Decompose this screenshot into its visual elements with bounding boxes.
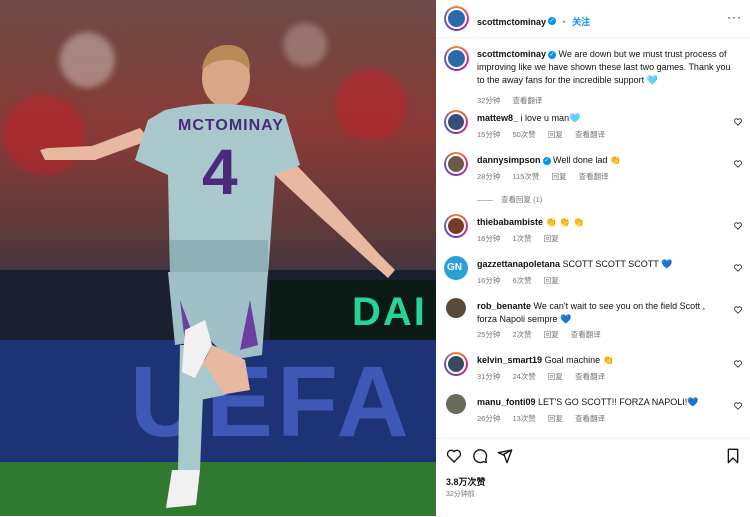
comment-likes[interactable]: 13次赞 [512,414,535,423]
commenter-avatar[interactable] [444,110,468,134]
comment-item: kelvin_smart19 Goal machine 👏 31分钟 24次赞 … [436,352,750,386]
commenter-avatar[interactable] [446,298,466,318]
post-photo[interactable]: DAI UEFA MCTOMINAY 4 [0,0,436,516]
caption-translate[interactable]: 查看翻译 [512,96,542,105]
verified-icon: ✓ [548,16,557,25]
reply-button[interactable]: 回复 [544,234,559,243]
comment-text: LET'S GO SCOTT!! FORZA NAPOLI!💙 [538,397,699,407]
like-comment-heart-icon[interactable] [734,360,742,368]
share-icon[interactable] [497,448,513,464]
like-comment-heart-icon[interactable] [734,222,742,230]
comment-username[interactable]: manu_fonti09 [477,397,536,407]
comment-username[interactable]: thiebabambiste [477,217,543,227]
reply-button[interactable]: 回复 [548,130,563,139]
likes-count[interactable]: 3.8万次赞 [446,475,486,488]
comment-item: rob_benante We can't wait to see you on … [436,298,750,344]
comment-item: mattew8_ i love u man🩵 15分钟 50次赞 回复 查看翻译 [436,110,750,144]
comment-likes[interactable]: 2次赞 [512,330,531,339]
translate-button[interactable]: 查看翻译 [571,330,601,339]
verified-icon: ✓ [542,156,551,165]
comment-likes[interactable]: 24次赞 [512,372,535,381]
comment-item: GN gazzettanapoletana SCOTT SCOTT SCOTT … [436,256,750,290]
translate-button[interactable]: 查看翻译 [575,414,605,423]
follow-button[interactable]: 关注 [572,17,590,27]
reply-button[interactable]: 回复 [548,372,563,381]
reply-button[interactable]: 回复 [544,276,559,285]
heart-icon[interactable] [446,448,462,464]
comment-text: Goal machine 👏 [544,355,614,365]
commenter-avatar[interactable] [446,394,466,414]
comments-scroll[interactable]: scottmctominay ✓ We are down but we must … [436,38,750,437]
view-replies-button[interactable]: 查看回复 (1) [477,194,552,205]
comment-likes[interactable]: 1次赞 [512,234,531,243]
like-comment-heart-icon[interactable] [734,118,742,126]
like-comment-heart-icon[interactable] [734,264,742,272]
comment-time: 26分钟 [477,414,501,423]
caption-avatar[interactable] [444,46,469,71]
comment-username[interactable]: gazzettanapoletana [477,259,560,269]
post-time: 32分钟前 [446,491,475,498]
comment-time: 16分钟 [477,276,501,285]
comment-likes[interactable]: 50次赞 [512,130,535,139]
post-side-panel: scottmctominay ✓ • 关注 ··· scottmctominay ✓… [436,0,750,516]
shirt-number: 4 [202,136,238,208]
author-avatar[interactable] [444,6,469,31]
comment-time: 15分钟 [477,130,501,139]
more-icon[interactable]: ··· [727,10,742,24]
translate-button[interactable]: 查看翻译 [579,172,609,181]
caption-time: 32分钟 [477,96,501,105]
commenter-avatar[interactable] [444,214,468,238]
comment-username[interactable]: dannysimpson [477,155,541,165]
commenter-avatar[interactable]: GN [444,256,468,280]
like-comment-heart-icon[interactable] [734,160,742,168]
reply-button[interactable]: 回复 [544,330,559,339]
verified-icon: ✓ [548,50,557,59]
comment-icon[interactable] [472,448,488,464]
commenter-avatar[interactable] [444,152,468,176]
comment-username[interactable]: mattew8_ [477,113,518,123]
comment-username[interactable]: kelvin_smart19 [477,355,542,365]
comment-text: Well done lad 👏 [553,155,622,165]
comment-item: manu_fonti09 LET'S GO SCOTT!! FORZA NAPO… [436,394,750,428]
comment-time: 28分钟 [477,172,501,181]
comment-username[interactable]: rob_benante [477,301,531,311]
comment-text: i love u man🩵 [520,113,581,123]
comment-item: thiebabambiste 👏 👏 👏 16分钟 1次赞 回复 [436,214,750,248]
translate-button[interactable]: 查看翻译 [575,130,605,139]
comment-likes[interactable]: 115次赞 [512,172,539,181]
comment-time: 25分钟 [477,330,501,339]
translate-button[interactable]: 查看翻译 [575,372,605,381]
bookmark-icon[interactable] [726,448,740,464]
comment-item: dannysimpson ✓ Well done lad 👏 28分钟 115次赞… [436,152,750,212]
comment-text: SCOTT SCOTT SCOTT 💙 [562,259,673,269]
author-username[interactable]: scottmctominay [477,17,546,27]
comment-time: 16分钟 [477,234,501,243]
like-comment-heart-icon[interactable] [734,306,742,314]
comment-time: 31分钟 [477,372,501,381]
shirt-name: MCTOMINAY [178,117,284,134]
reply-button[interactable]: 回复 [552,172,567,181]
comment-likes[interactable]: 6次赞 [512,276,531,285]
caption-username[interactable]: scottmctominay [477,49,546,59]
like-comment-heart-icon[interactable] [734,402,742,410]
commenter-avatar[interactable] [444,352,468,376]
reply-button[interactable]: 回复 [548,414,563,423]
post-header: scottmctominay ✓ • 关注 ··· [436,0,750,38]
comment-text: 👏 👏 👏 [545,217,585,227]
post-actions: 3.8万次赞 32分钟前 [436,438,750,517]
player-figure [40,45,395,508]
